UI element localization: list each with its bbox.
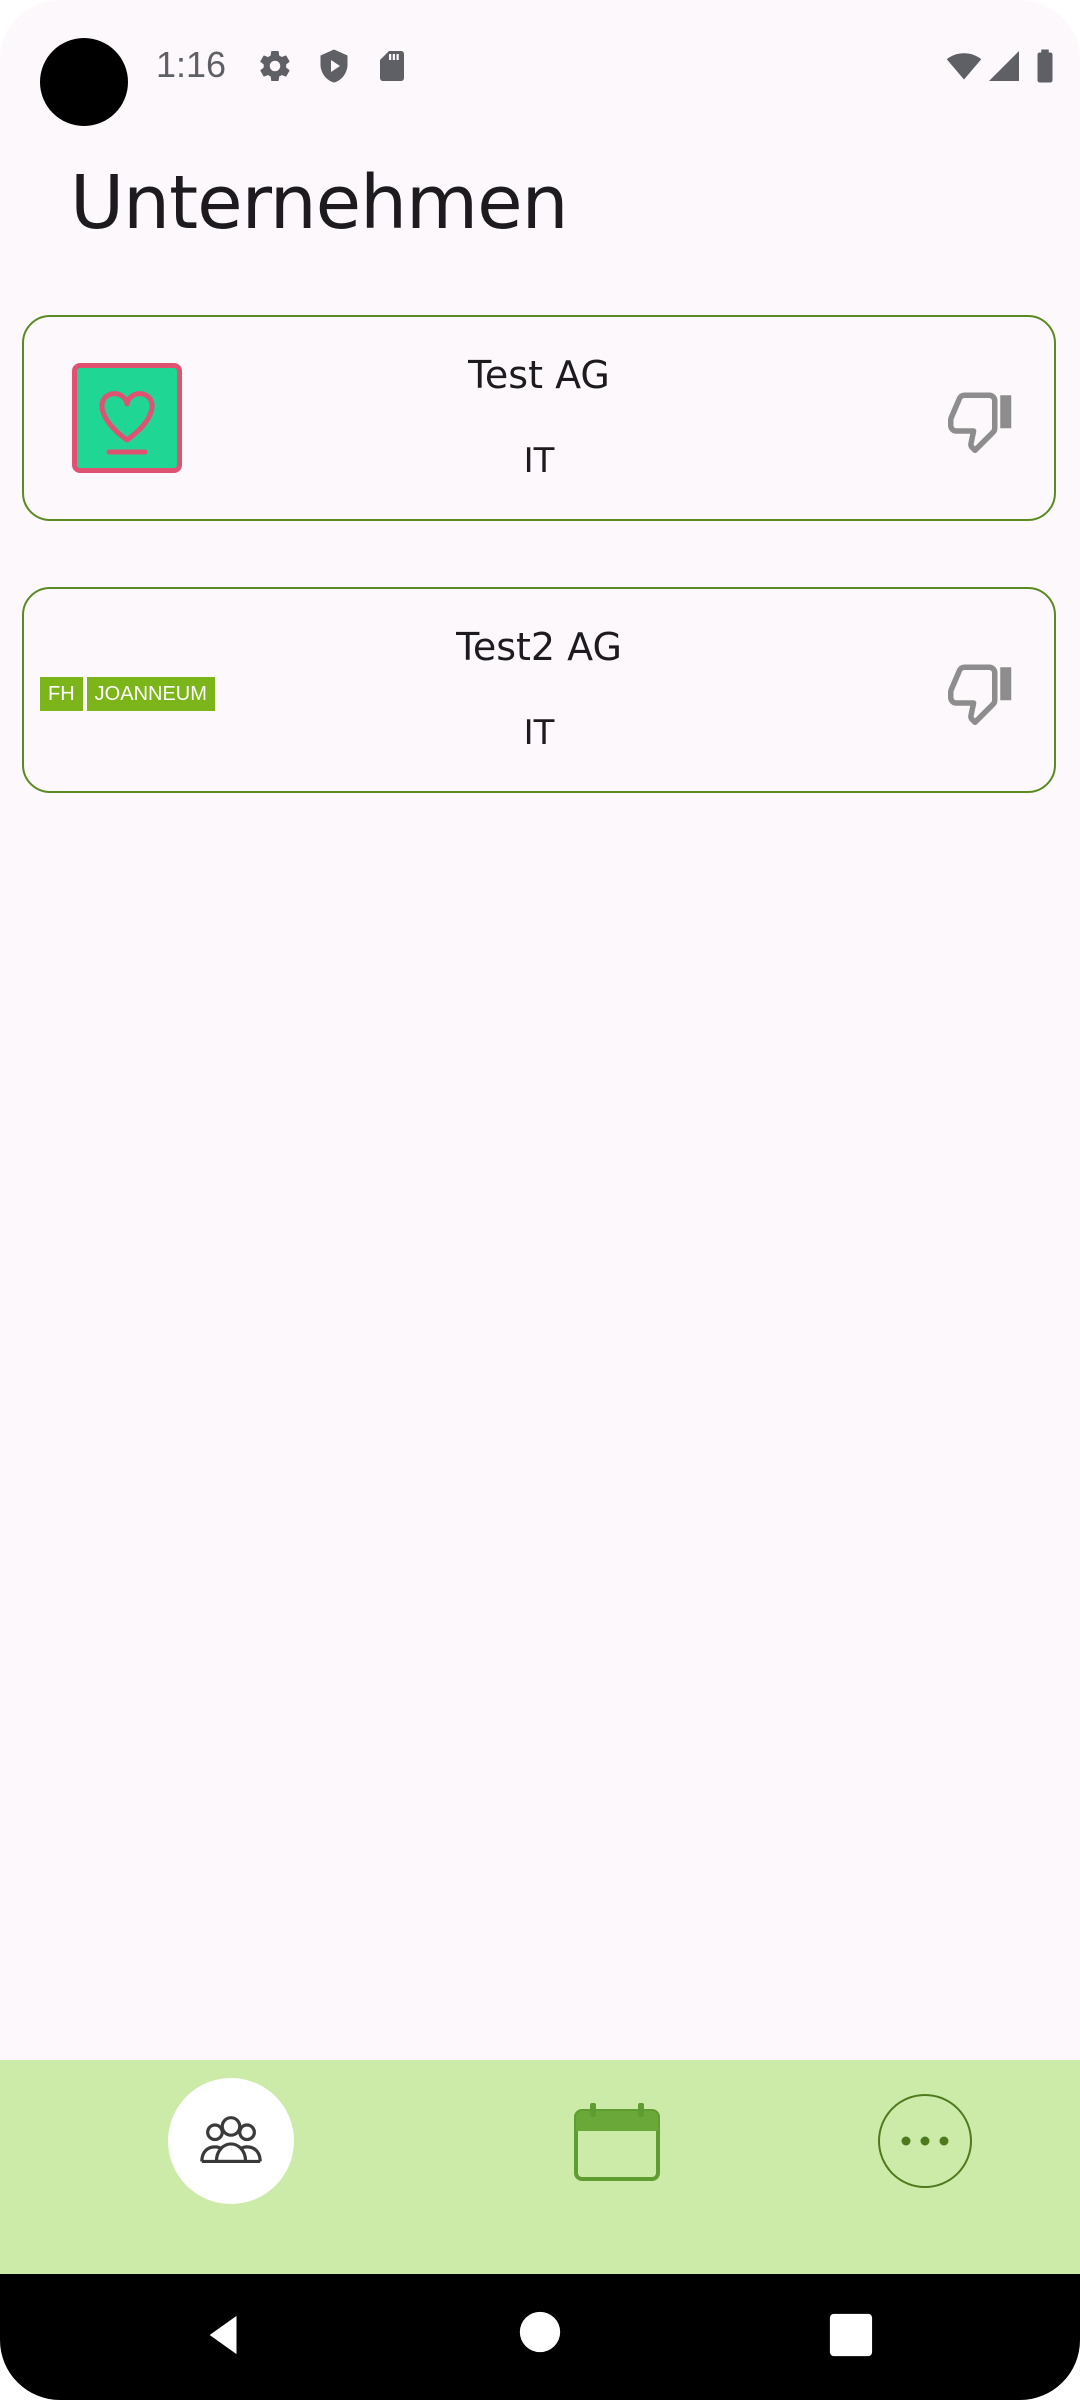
settings-icon <box>257 48 293 84</box>
page-title: Unternehmen <box>70 160 569 246</box>
nav-more-button[interactable] <box>862 2078 988 2204</box>
company-industry: IT <box>523 441 555 481</box>
home-icon[interactable] <box>518 2310 562 2354</box>
bottom-navigation <box>0 2060 1080 2274</box>
thumb-down-icon[interactable] <box>948 659 1014 725</box>
company-industry: IT <box>523 713 555 753</box>
more-icon <box>878 2094 972 2188</box>
back-icon[interactable] <box>202 2312 248 2358</box>
nav-calendar-button[interactable] <box>554 2078 680 2204</box>
camera-cutout <box>40 38 128 126</box>
nav-companies-button[interactable] <box>168 2078 294 2204</box>
thumb-down-icon[interactable] <box>948 387 1014 453</box>
logo-text-fh: FH <box>40 677 83 711</box>
signal-icon <box>986 48 1022 84</box>
logo-text-joanneum: JOANNEUM <box>86 677 215 711</box>
company-card[interactable]: Test AG IT <box>22 315 1056 521</box>
company-name: Test AG <box>468 353 610 397</box>
people-icon <box>200 2116 262 2164</box>
company-card[interactable]: FH JOANNEUM Test2 AG IT <box>22 587 1056 793</box>
shield-play-icon <box>316 48 352 84</box>
calendar-icon <box>574 2103 660 2181</box>
wifi-icon <box>944 48 984 84</box>
system-navigation-bar <box>0 2274 1080 2400</box>
company-logo-fh-joanneum: FH JOANNEUM <box>40 677 215 711</box>
status-bar: 1:16 <box>0 0 1080 130</box>
company-name: Test2 AG <box>456 625 622 669</box>
recents-icon[interactable] <box>828 2312 874 2358</box>
screen: 1:16 Unternehmen Test AG IT FH JOANNEUM … <box>0 0 1080 2400</box>
sd-card-icon <box>374 48 410 84</box>
battery-icon <box>1034 48 1056 84</box>
status-time: 1:16 <box>156 44 227 85</box>
